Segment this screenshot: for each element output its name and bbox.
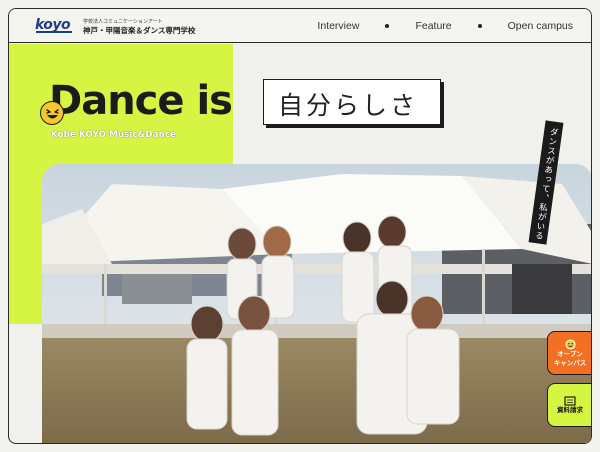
open-campus-label-2: キャンパス xyxy=(553,358,587,367)
request-docs-label: 資料請求 xyxy=(557,405,583,414)
nav-separator-dot xyxy=(385,24,390,28)
open-campus-button[interactable]: オープン キャンパス xyxy=(547,331,591,375)
hero-photo xyxy=(42,164,591,443)
jibunrashisa-text: 自分らしさ xyxy=(278,91,419,120)
request-docs-button[interactable]: 資料請求 xyxy=(547,383,591,427)
nav-feature[interactable]: Feature xyxy=(415,20,451,32)
school-corp-name: 学校法人コミュニケーションアート xyxy=(83,19,163,25)
hero-title: Dance is xyxy=(49,78,233,124)
school-name: 神戸・甲陽音楽＆ダンス専門学校 xyxy=(83,26,196,35)
site-header: koyo 学校法人コミュニケーションアート 神戸・甲陽音楽＆ダンス専門学校 In… xyxy=(9,9,591,43)
jibunrashisa-box: 自分らしさ xyxy=(263,79,441,125)
hero-subtitle: Kobe KOYO Music&Dance xyxy=(51,130,177,140)
nav-interview[interactable]: Interview xyxy=(317,20,359,32)
laughing-face-icon xyxy=(40,101,64,125)
nav-separator-dot xyxy=(477,24,482,28)
logo-underline xyxy=(36,31,72,33)
nav-open-campus[interactable]: Open campus xyxy=(508,20,573,32)
main-nav: Interview Feature Open campus xyxy=(317,9,573,43)
document-icon xyxy=(564,396,576,406)
open-campus-label-1: オープン xyxy=(557,350,583,359)
page-frame: koyo 学校法人コミュニケーションアート 神戸・甲陽音楽＆ダンス専門学校 In… xyxy=(8,8,592,444)
smile-icon xyxy=(564,339,576,350)
